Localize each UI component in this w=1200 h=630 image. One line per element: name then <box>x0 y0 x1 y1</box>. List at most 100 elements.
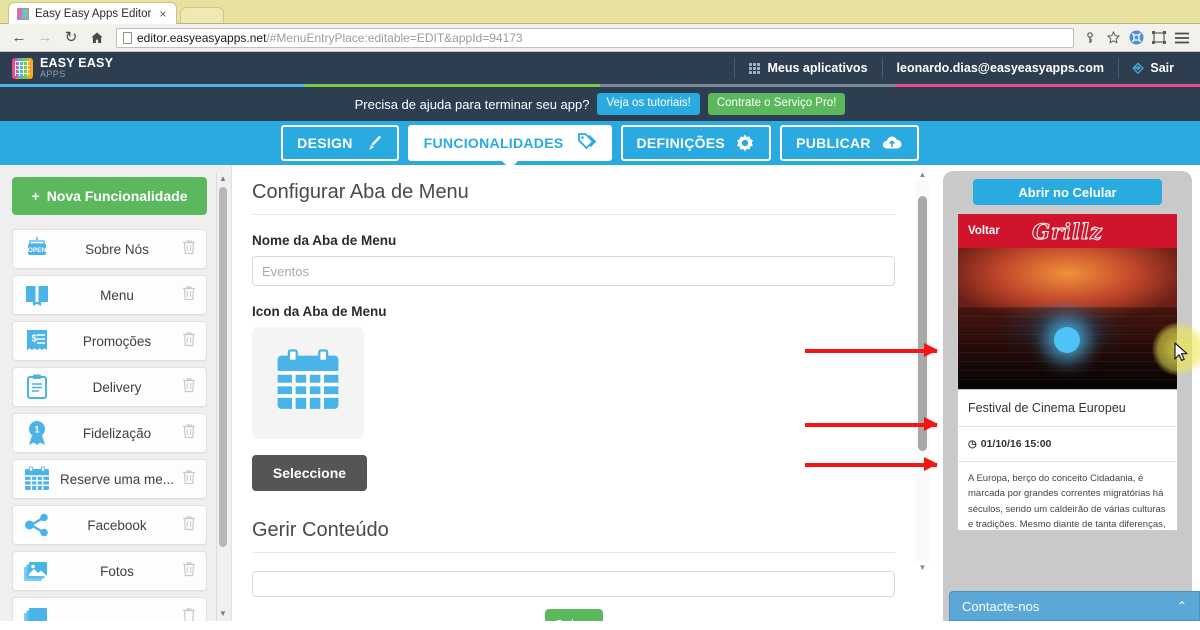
feature-label: Fotos <box>100 563 134 579</box>
icon-field-label: Icon da Aba de Menu <box>252 304 387 319</box>
promo-text: Precisa de ajuda para terminar seu app? <box>354 96 590 112</box>
extension-icon[interactable] <box>1128 30 1144 46</box>
event-description: A Europa, berço do conceito Cidadania, é… <box>968 473 1166 530</box>
feature-item-partial[interactable] <box>12 597 207 621</box>
logout-label: Sair <box>1150 61 1174 75</box>
tab-publicar-label: PUBLICAR <box>796 135 871 151</box>
feature-item-promocoes[interactable]: $ Promoções <box>12 321 207 361</box>
share-icon <box>22 510 52 540</box>
contact-widget[interactable]: Contacte-nos ⌃ <box>949 591 1200 621</box>
photos-icon <box>22 556 52 586</box>
feature-item-reserve-uma-mesa[interactable]: Reserve uma me... <box>12 459 207 499</box>
my-apps-link[interactable]: Meus aplicativos <box>735 58 881 78</box>
chevron-up-icon: ⌃ <box>1176 599 1187 613</box>
delete-icon[interactable] <box>182 239 197 260</box>
star-icon[interactable] <box>1105 30 1121 46</box>
tab-design[interactable]: DESIGN <box>281 125 399 161</box>
manage-content-title: Gerir Conteúdo <box>252 519 895 553</box>
app-logo[interactable]: EASY EASY APPS <box>12 56 113 80</box>
scroll-down-icon[interactable]: ▼ <box>916 562 929 573</box>
scroll-up-icon[interactable]: ▲ <box>916 169 929 180</box>
new-tab-button[interactable] <box>180 7 225 24</box>
cursor-arrow-icon <box>1174 342 1189 368</box>
scroll-up-icon[interactable]: ▲ <box>217 173 229 184</box>
brush-icon <box>363 133 383 153</box>
page-title: Configurar Aba de Menu <box>252 181 895 215</box>
feature-label: Delivery <box>92 379 142 395</box>
url-path: /#MenuEntryPlace:editable=EDIT&appId=941… <box>266 30 523 45</box>
tab-definicoes[interactable]: DEFINIÇÕES <box>620 125 772 161</box>
feature-item-facebook[interactable]: Facebook <box>12 505 207 545</box>
name-field-label: Nome da Aba de Menu <box>252 233 397 248</box>
close-icon[interactable]: × <box>157 8 168 20</box>
scrollbar-thumb[interactable] <box>219 187 227 547</box>
main-scrollbar[interactable]: ▲ ▼ <box>916 169 929 573</box>
reload-icon[interactable]: ↻ <box>60 27 82 49</box>
content-input[interactable] <box>252 571 895 597</box>
forward-icon[interactable]: → <box>34 27 56 49</box>
delete-icon[interactable] <box>182 285 197 306</box>
receipt-icon: $ <box>22 326 52 356</box>
delete-icon[interactable] <box>182 607 197 621</box>
header-actions: Meus aplicativos leonardo.dias@easyeasya… <box>734 52 1188 84</box>
scroll-down-icon[interactable]: ▼ <box>217 608 229 619</box>
select-icon-button[interactable]: Seleccione <box>252 455 367 491</box>
tutorials-button[interactable]: Veja os tutoriais! <box>597 93 700 115</box>
features-sidebar: + Nova Funcionalidade OPEN Sobre Nós Men… <box>0 165 232 621</box>
delete-icon[interactable] <box>182 423 197 444</box>
key-icon[interactable] <box>1082 30 1098 46</box>
event-datetime: ◷ 01/10/16 15:00 <box>958 427 1177 462</box>
svg-text:OPEN: OPEN <box>28 247 47 254</box>
clipboard-icon <box>22 372 52 402</box>
menu-icon[interactable] <box>1174 30 1190 46</box>
delete-icon[interactable] <box>182 561 197 582</box>
back-icon[interactable]: ← <box>8 27 30 49</box>
delete-icon[interactable] <box>182 469 197 490</box>
main-panel: Configurar Aba de Menu Nome da Aba de Me… <box>232 165 935 621</box>
cast-icon[interactable] <box>1151 30 1167 46</box>
delete-icon[interactable] <box>182 515 197 536</box>
mouse-cursor <box>1152 322 1200 376</box>
icon-preview-box[interactable] <box>252 327 364 439</box>
feature-item-fidelizacao[interactable]: 1 Fidelização <box>12 413 207 453</box>
tab-definicoes-label: DEFINIÇÕES <box>636 135 726 151</box>
calendar-icon <box>270 343 346 424</box>
tab-design-label: DESIGN <box>297 135 353 151</box>
sidebar-scrollbar[interactable]: ▲ ▼ <box>216 173 229 621</box>
logo-subtitle: APPS <box>40 68 66 79</box>
save-button[interactable]: Salvar <box>544 609 603 621</box>
feature-item-menu[interactable]: Menu <box>12 275 207 315</box>
calendar-icon <box>22 464 52 494</box>
menu-tab-name-input[interactable]: Eventos <box>252 256 895 286</box>
new-feature-button[interactable]: + Nova Funcionalidade <box>12 177 207 215</box>
logo-icon <box>12 57 33 79</box>
browser-tool-icons <box>1082 30 1192 46</box>
badge-icon: 1 <box>22 418 52 448</box>
open-on-mobile-button[interactable]: Abrir no Celular <box>973 179 1162 205</box>
logout-button[interactable]: ⎆ Sair <box>1119 58 1188 78</box>
device-frame: Abrir no Celular Voltar Grillz Festival … <box>943 171 1192 621</box>
home-icon[interactable] <box>86 27 108 49</box>
gear-icon <box>735 133 755 153</box>
tab-publicar[interactable]: PUBLICAR <box>780 125 919 161</box>
phone-screen: Voltar Grillz Festival de Cinema Europeu… <box>957 213 1178 530</box>
pro-service-button[interactable]: Contrate o Serviço Pro! <box>707 93 846 115</box>
tab-funcionalidades[interactable]: FUNCIONALIDADES <box>407 125 612 161</box>
feature-label: Promoções <box>82 333 152 349</box>
plus-icon: + <box>31 188 40 204</box>
feature-item-sobre-nos[interactable]: OPEN Sobre Nós <box>12 229 207 269</box>
scrollbar-thumb[interactable] <box>918 196 927 451</box>
browser-tab[interactable]: Easy Easy Apps Editor × <box>8 2 178 24</box>
feature-item-delivery[interactable]: Delivery <box>12 367 207 407</box>
address-bar[interactable]: editor.easyeasyapps.net/#MenuEntryPlace:… <box>116 27 1074 48</box>
event-datetime-text: 01/10/16 15:00 <box>980 438 1052 450</box>
scrollbar-track[interactable] <box>916 180 929 562</box>
feature-label: Fidelização <box>82 425 152 441</box>
grid-icon <box>749 62 761 74</box>
feature-item-fotos[interactable]: Fotos <box>12 551 207 591</box>
input-placeholder: Eventos <box>262 263 309 279</box>
delete-icon[interactable] <box>182 331 197 352</box>
delete-icon[interactable] <box>182 377 197 398</box>
contact-label: Contacte-nos <box>962 598 1040 614</box>
user-email[interactable]: leonardo.dias@easyeasyapps.com <box>883 58 1118 78</box>
